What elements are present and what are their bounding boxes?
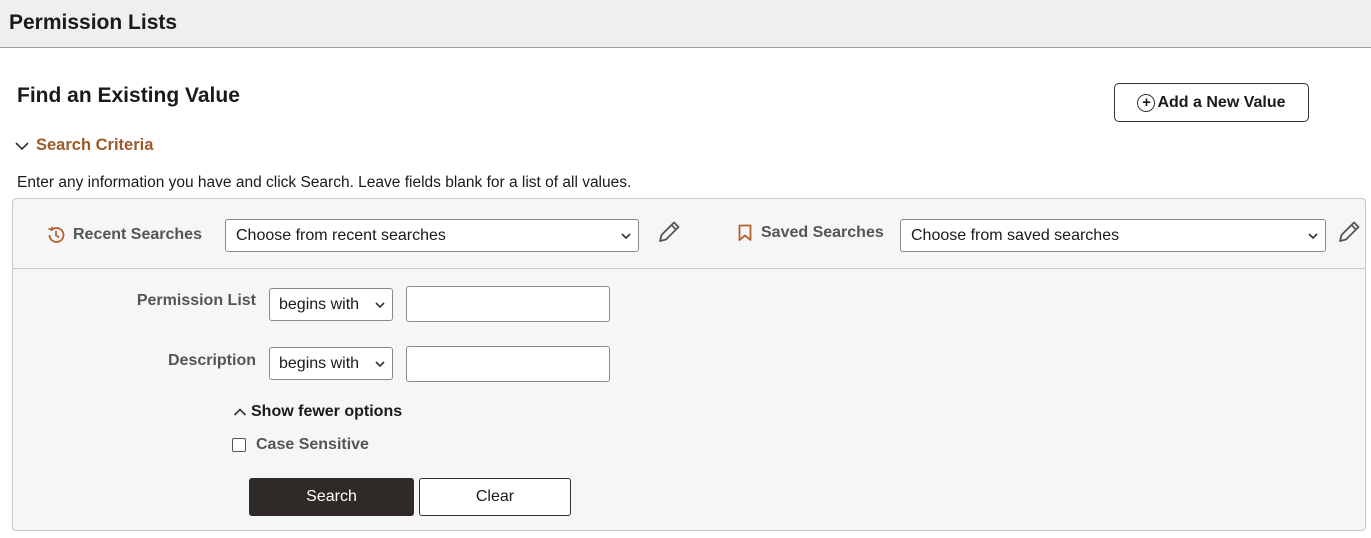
clear-button[interactable]: Clear bbox=[419, 478, 571, 516]
search-button[interactable]: Search bbox=[249, 478, 414, 516]
recent-searches-selected: Choose from recent searches bbox=[236, 226, 446, 244]
show-fewer-options-label: Show fewer options bbox=[251, 403, 403, 420]
chevron-down-icon bbox=[15, 141, 29, 150]
add-circle-icon: + bbox=[1137, 93, 1156, 112]
saved-searches-label: Saved Searches bbox=[761, 224, 884, 241]
pencil-icon[interactable] bbox=[1335, 218, 1363, 246]
search-instructions: Enter any information you have and click… bbox=[17, 174, 632, 191]
search-criteria-label: Search Criteria bbox=[36, 136, 154, 154]
show-fewer-options-link[interactable]: Show fewer options bbox=[233, 403, 402, 421]
description-operator-value: begins with bbox=[279, 354, 360, 372]
chevron-down-icon bbox=[1308, 233, 1318, 240]
saved-searches-dropdown[interactable]: Choose from saved searches bbox=[900, 219, 1326, 252]
page-header: Permission Lists bbox=[0, 0, 1371, 48]
permission-list-input[interactable] bbox=[406, 286, 610, 322]
description-input[interactable] bbox=[406, 346, 610, 382]
chevron-down-icon bbox=[375, 302, 385, 309]
chevron-up-icon bbox=[233, 408, 247, 416]
page-title: Permission Lists bbox=[9, 11, 178, 34]
recent-saved-searches-row: Recent Searches Choose from recent searc… bbox=[13, 199, 1365, 269]
saved-searches-label-group: Saved Searches bbox=[737, 224, 884, 242]
bookmark-icon bbox=[738, 224, 752, 241]
recent-searches-dropdown[interactable]: Choose from recent searches bbox=[225, 219, 639, 252]
add-new-value-label: Add a New Value bbox=[1157, 93, 1286, 111]
search-panel: Recent Searches Choose from recent searc… bbox=[12, 198, 1366, 531]
case-sensitive-label: Case Sensitive bbox=[256, 436, 369, 453]
chevron-down-icon bbox=[375, 361, 385, 368]
recent-searches-label: Recent Searches bbox=[73, 226, 202, 243]
saved-searches-selected: Choose from saved searches bbox=[911, 226, 1120, 244]
add-new-value-button[interactable]: + Add a New Value bbox=[1114, 83, 1309, 122]
case-sensitive-checkbox[interactable] bbox=[232, 438, 246, 452]
permission-list-label: Permission List bbox=[136, 292, 256, 309]
recent-searches-label-group: Recent Searches bbox=[45, 224, 202, 246]
permission-list-operator-value: begins with bbox=[279, 295, 360, 313]
permission-list-operator-select[interactable]: begins with bbox=[269, 288, 393, 321]
case-sensitive-option: Case Sensitive bbox=[232, 436, 369, 454]
section-title: Find an Existing Value bbox=[17, 84, 240, 107]
description-operator-select[interactable]: begins with bbox=[269, 347, 393, 380]
chevron-down-icon bbox=[621, 233, 631, 240]
search-criteria-toggle[interactable]: Search Criteria bbox=[14, 136, 153, 155]
pencil-icon[interactable] bbox=[655, 218, 683, 246]
description-label: Description bbox=[167, 352, 256, 369]
history-icon bbox=[48, 226, 65, 243]
